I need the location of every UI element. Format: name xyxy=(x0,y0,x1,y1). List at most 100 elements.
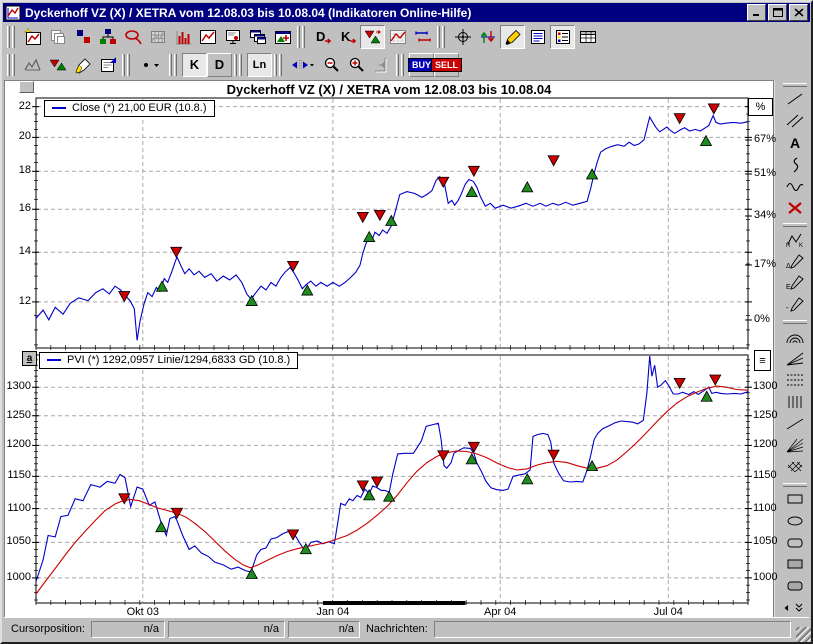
draw-parallel-lines-button[interactable] xyxy=(781,113,809,133)
zoom-in-button[interactable] xyxy=(344,53,369,77)
svg-text:D: D xyxy=(316,29,325,44)
chart-region[interactable]: Dyckerhoff VZ (X) / XETRA vom 12.08.03 b… xyxy=(4,80,774,620)
y-axis-label: 1050 xyxy=(4,535,31,547)
copy-chart-button[interactable] xyxy=(45,25,70,49)
zoom-out-button[interactable] xyxy=(319,53,344,77)
price-legend[interactable]: Close (*) 21,00 EUR (10.8.) xyxy=(44,100,215,117)
axis-shift-icon xyxy=(372,56,392,74)
k-export-icon: K xyxy=(338,28,358,46)
signals-button[interactable] xyxy=(360,25,385,49)
presentation-button[interactable] xyxy=(220,25,245,49)
pane-button-stub[interactable] xyxy=(19,81,34,93)
pane-menu-button[interactable]: ≡ xyxy=(754,350,771,371)
chart-properties-button[interactable] xyxy=(95,53,120,77)
marker-pen-icon xyxy=(73,56,93,74)
map-view-button[interactable] xyxy=(270,25,295,49)
buy-marker xyxy=(522,474,533,484)
x-axis-label: Jan 04 xyxy=(310,606,356,618)
y-axis-label: 1250 xyxy=(4,409,31,421)
fibonacci-arcs-button[interactable] xyxy=(781,328,809,348)
daily-view-button-label: D xyxy=(215,57,224,72)
rt-fib-icon xyxy=(785,372,805,391)
move-tool-button[interactable] xyxy=(475,25,500,49)
svg-text:A: A xyxy=(790,135,800,151)
svg-text:R: R xyxy=(786,243,791,248)
buy-marker xyxy=(522,182,533,192)
pane-a-button[interactable]: a xyxy=(22,351,37,366)
pvi-legend[interactable]: PVI (*) 1292,0957 Linie/1294,6833 GD (10… xyxy=(39,352,298,369)
draw-mode-button[interactable] xyxy=(500,25,525,49)
sell-marker xyxy=(710,375,721,385)
bar-chart-button[interactable] xyxy=(170,25,195,49)
buy-marker xyxy=(302,285,313,295)
kerzen-view-button[interactable]: K xyxy=(182,53,207,77)
axis-shift-button xyxy=(369,53,394,77)
properties-icon xyxy=(98,56,118,74)
toolbar-grip xyxy=(783,483,807,487)
k-export-button[interactable]: K xyxy=(335,25,360,49)
select-tool-button[interactable] xyxy=(120,25,145,49)
point-style-button[interactable] xyxy=(135,53,167,77)
fibonacci-fan-button[interactable] xyxy=(781,350,809,370)
sell-marker xyxy=(468,442,479,452)
title-bar[interactable]: Dyckerhoff VZ (X) / XETRA vom 12.08.03 b… xyxy=(3,3,810,22)
toolbar-grip xyxy=(274,54,284,76)
draw-pencil-icon xyxy=(503,28,523,46)
series-squares-icon xyxy=(73,28,93,46)
indicators-button[interactable] xyxy=(20,53,45,77)
sell-marker xyxy=(357,481,368,491)
percent-axis-label: 67% xyxy=(754,133,788,145)
rt-fillrect-icon xyxy=(785,556,805,575)
daily-view-button[interactable]: D xyxy=(207,53,232,77)
toolbar-grip xyxy=(7,54,17,76)
status-bar: Cursorposition: n/a n/a n/a Nachrichten: xyxy=(4,617,809,640)
pvi-legend-text: PVI (*) 1292,0957 Linie/1294,6833 GD (10… xyxy=(67,354,290,366)
move-arrows-icon xyxy=(478,28,498,46)
crosshair-button[interactable] xyxy=(450,25,475,49)
toolbar-grip xyxy=(234,54,244,76)
legend-list-icon xyxy=(553,28,573,46)
levels-button[interactable] xyxy=(410,25,435,49)
chart-objects-button[interactable] xyxy=(95,25,120,49)
log-scale-button[interactable]: Ln xyxy=(247,53,272,77)
visible-range-bar[interactable] xyxy=(323,601,465,605)
percent-scale-box[interactable]: % xyxy=(748,98,773,116)
draw-wave-button[interactable] xyxy=(781,178,809,198)
close-button[interactable] xyxy=(789,4,808,21)
y-axis-label: 12 xyxy=(4,295,31,307)
x-axis-label: Okt 03 xyxy=(120,606,166,618)
application-window: Dyckerhoff VZ (X) / XETRA vom 12.08.03 b… xyxy=(0,0,813,644)
maximize-button[interactable] xyxy=(768,4,787,21)
draw-ellipse-button[interactable] xyxy=(781,512,809,532)
toolbar-grip xyxy=(297,26,307,48)
new-chart-button[interactable] xyxy=(20,25,45,49)
resize-grip[interactable] xyxy=(796,627,811,642)
buy-marker xyxy=(386,216,397,226)
y-axis-label: 16 xyxy=(4,202,31,214)
minimize-button[interactable] xyxy=(747,4,766,21)
mountains-icon xyxy=(23,56,43,74)
signal-triangles-icon xyxy=(48,56,68,74)
draw-line-button[interactable] xyxy=(781,91,809,111)
notes-button[interactable] xyxy=(525,25,550,49)
zigzag-tool-button[interactable]: RK xyxy=(781,231,809,251)
d-export-button[interactable]: D xyxy=(310,25,335,49)
window-layout-button[interactable] xyxy=(245,25,270,49)
levels-icon xyxy=(413,28,433,46)
grid-overlay-button[interactable] xyxy=(385,25,410,49)
series-settings-button[interactable] xyxy=(70,25,95,49)
bar-width-button[interactable] xyxy=(287,53,319,77)
rt-line-icon xyxy=(785,91,805,110)
legend-button[interactable] xyxy=(550,25,575,49)
rt-wave-icon xyxy=(785,178,805,197)
highlight-tool-button[interactable] xyxy=(70,53,95,77)
line-chart-button[interactable] xyxy=(195,25,220,49)
trend-pencil-e-button[interactable]: E xyxy=(781,275,809,295)
rt-fillrrect-icon xyxy=(785,578,805,597)
pvi-legend-swatch xyxy=(47,359,61,361)
crosshair-icon xyxy=(453,28,473,46)
signal-triangles-button[interactable] xyxy=(45,53,70,77)
sell-marker xyxy=(548,450,559,460)
table-view-button[interactable] xyxy=(575,25,600,49)
sell-button[interactable]: SELL xyxy=(434,53,459,77)
